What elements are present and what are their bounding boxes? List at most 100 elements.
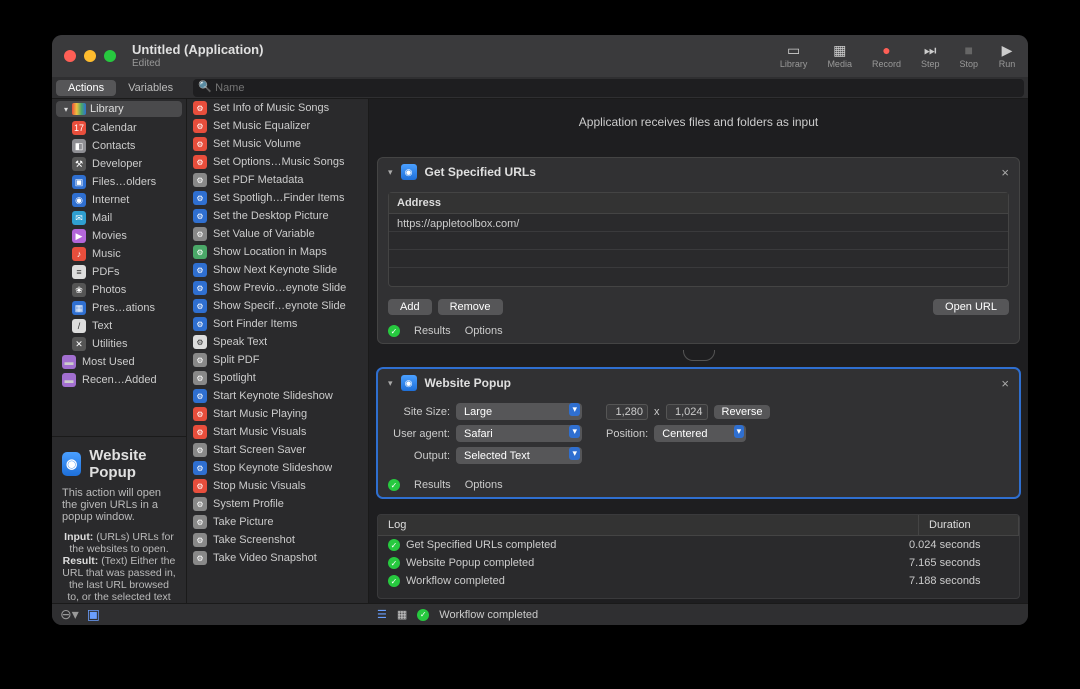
action-icon: ⚙: [193, 281, 207, 295]
results-tab[interactable]: Results: [414, 479, 451, 491]
action-icon: ⚙: [193, 335, 207, 349]
action-icon: ⚙: [193, 227, 207, 241]
user-agent-select[interactable]: Safari: [456, 425, 582, 442]
library-item[interactable]: ≡PDFs: [52, 263, 186, 281]
action-list-item[interactable]: ⚙Set Spotligh…Finder Items: [187, 189, 368, 207]
library-item[interactable]: ▶Movies: [52, 227, 186, 245]
run-button[interactable]: ▶Run: [998, 43, 1016, 69]
open-url-button[interactable]: Open URL: [933, 299, 1009, 315]
minimize-icon[interactable]: [84, 50, 96, 62]
action-list-item[interactable]: ⚙Show Previo…eynote Slide: [187, 279, 368, 297]
chevron-down-icon[interactable]: ▾: [388, 378, 393, 389]
library-header[interactable]: ▾ Library: [56, 101, 182, 117]
address-table: Address https://appletoolbox.com/: [388, 192, 1009, 287]
library-item[interactable]: ♪Music: [52, 245, 186, 263]
grid-view-icon[interactable]: ▦: [397, 608, 407, 621]
width-input[interactable]: [606, 404, 648, 420]
action-icon: ⚙: [193, 173, 207, 187]
position-select[interactable]: Centered: [654, 425, 746, 442]
url-row-empty[interactable]: [389, 232, 1008, 250]
app-window: Untitled (Application) Edited ▭Library▦M…: [52, 35, 1028, 625]
output-select[interactable]: Selected Text: [456, 447, 582, 464]
action-list-item[interactable]: ⚙Set Options…Music Songs: [187, 153, 368, 171]
library-item[interactable]: ❀Photos: [52, 281, 186, 299]
library-item[interactable]: 17Calendar: [52, 119, 186, 137]
action-list-item[interactable]: ⚙Set PDF Metadata: [187, 171, 368, 189]
action-list-item[interactable]: ⚙Split PDF: [187, 351, 368, 369]
action-icon: ⚙: [193, 389, 207, 403]
library-item[interactable]: ✕Utilities: [52, 335, 186, 353]
library-folder[interactable]: ▬Recen…Added: [52, 371, 186, 389]
tab-actions[interactable]: Actions: [56, 80, 116, 96]
action-list-item[interactable]: ⚙Set Music Volume: [187, 135, 368, 153]
url-row-empty[interactable]: [389, 268, 1008, 286]
remove-button[interactable]: Remove: [438, 299, 503, 315]
stop-button[interactable]: ■Stop: [959, 43, 978, 69]
library-item[interactable]: ◧Contacts: [52, 137, 186, 155]
action-list-item[interactable]: ⚙Start Music Playing: [187, 405, 368, 423]
category-icon: ◧: [72, 139, 86, 153]
action-list-item[interactable]: ⚙Stop Keynote Slideshow: [187, 459, 368, 477]
action-list-item[interactable]: ⚙Set the Desktop Picture: [187, 207, 368, 225]
library-folder[interactable]: ▬Most Used: [52, 353, 186, 371]
folder-icon: ▬: [62, 373, 76, 387]
action-list-item[interactable]: ⚙Show Location in Maps: [187, 243, 368, 261]
close-icon[interactable]: ×: [1001, 165, 1009, 180]
action-info-panel: ◉ Website Popup This action will open th…: [52, 436, 186, 625]
check-icon: ✓: [388, 479, 400, 491]
action-list-item[interactable]: ⚙Take Picture: [187, 513, 368, 531]
options-tab[interactable]: Options: [465, 479, 503, 491]
tab-variables[interactable]: Variables: [116, 80, 185, 96]
action-list-item[interactable]: ⚙Start Keynote Slideshow: [187, 387, 368, 405]
library-button[interactable]: ▭Library: [780, 43, 808, 69]
action-list-item[interactable]: ⚙Take Video Snapshot: [187, 549, 368, 567]
gear-icon[interactable]: ⊖▾: [60, 606, 79, 623]
library-item[interactable]: /Text: [52, 317, 186, 335]
search-input[interactable]: [193, 79, 1024, 97]
action-list-item[interactable]: ⚙Start Music Visuals: [187, 423, 368, 441]
height-input[interactable]: [666, 404, 708, 420]
library-item[interactable]: ◉Internet: [52, 191, 186, 209]
action-icon: ⚙: [193, 443, 207, 457]
action-list-item[interactable]: ⚙Show Next Keynote Slide: [187, 261, 368, 279]
action-list-item[interactable]: ⚙Start Screen Saver: [187, 441, 368, 459]
action-list-item[interactable]: ⚙Set Value of Variable: [187, 225, 368, 243]
action-list-item[interactable]: ⚙Spotlight: [187, 369, 368, 387]
library-item[interactable]: ✉Mail: [52, 209, 186, 227]
library-item[interactable]: ▣Files…olders: [52, 173, 186, 191]
output-label: Output:: [388, 450, 450, 462]
library-item[interactable]: ▦Pres…ations: [52, 299, 186, 317]
action-list-item[interactable]: ⚙Sort Finder Items: [187, 315, 368, 333]
stop-icon: ■: [960, 43, 978, 57]
add-button[interactable]: Add: [388, 299, 432, 315]
close-icon[interactable]: [64, 50, 76, 62]
media-button[interactable]: ▦Media: [827, 43, 852, 69]
action-list-item[interactable]: ⚙Show Specif…eynote Slide: [187, 297, 368, 315]
library-item[interactable]: ⚒Developer: [52, 155, 186, 173]
action-list-item[interactable]: ⚙Set Music Equalizer: [187, 117, 368, 135]
address-column-header: Address: [389, 193, 1008, 214]
options-tab[interactable]: Options: [465, 325, 503, 337]
url-row-empty[interactable]: [389, 250, 1008, 268]
action-list-item[interactable]: ⚙Set Info of Music Songs: [187, 99, 368, 117]
action-icon: ⚙: [193, 263, 207, 277]
list-view-icon[interactable]: ☰: [377, 608, 387, 621]
action-list-item[interactable]: ⚙Stop Music Visuals: [187, 477, 368, 495]
action-list-item[interactable]: ⚙System Profile: [187, 495, 368, 513]
expand-icon[interactable]: ▣: [87, 606, 100, 623]
results-tab[interactable]: Results: [414, 325, 451, 337]
action-connector: [369, 350, 1028, 362]
step-button[interactable]: ⏭Step: [921, 43, 940, 69]
action-list-item[interactable]: ⚙Speak Text: [187, 333, 368, 351]
category-icon: ◉: [72, 193, 86, 207]
record-button[interactable]: ●Record: [872, 43, 901, 69]
zoom-icon[interactable]: [104, 50, 116, 62]
action-icon: ⚙: [193, 155, 207, 169]
search-icon: 🔍: [198, 80, 212, 93]
close-icon[interactable]: ×: [1001, 376, 1009, 391]
reverse-button[interactable]: Reverse: [714, 405, 771, 419]
url-row[interactable]: https://appletoolbox.com/: [389, 214, 1008, 232]
action-list-item[interactable]: ⚙Take Screenshot: [187, 531, 368, 549]
site-size-select[interactable]: Large: [456, 403, 582, 420]
chevron-down-icon[interactable]: ▾: [388, 167, 393, 178]
